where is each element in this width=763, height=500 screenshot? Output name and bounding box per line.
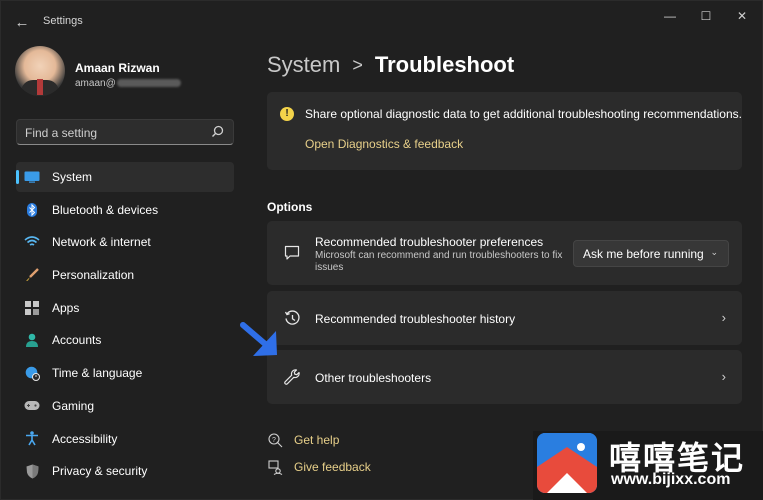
search-box[interactable]	[16, 119, 234, 145]
preferences-title: Recommended troubleshooter preferences	[315, 235, 544, 249]
sidebar-item-bluetooth[interactable]: Bluetooth & devices	[16, 195, 234, 225]
history-title: Recommended troubleshooter history	[315, 312, 516, 326]
sidebar-item-label: Accessibility	[52, 431, 118, 446]
options-section-title: Options	[267, 200, 313, 214]
troubleshooter-history-card[interactable]: Recommended troubleshooter history ›	[267, 291, 742, 345]
app-title: Settings	[43, 15, 83, 27]
svg-text:?: ?	[272, 437, 276, 444]
sidebar-item-gaming[interactable]: Gaming	[16, 391, 234, 421]
dropdown-selected-value: Ask me before running	[583, 247, 704, 261]
paintbrush-icon	[24, 267, 40, 283]
back-arrow-icon: ←	[14, 13, 30, 31]
sidebar-nav: System Bluetooth & devices Network & int…	[16, 162, 234, 489]
diagnostics-info-card: ! Share optional diagnostic data to get …	[267, 92, 742, 170]
info-text: Share optional diagnostic data to get ad…	[305, 107, 742, 121]
shield-icon	[24, 463, 40, 479]
info-icon: !	[280, 107, 294, 121]
sidebar-item-label: Bluetooth & devices	[52, 202, 159, 217]
back-button[interactable]: ←	[9, 9, 35, 35]
sidebar-item-label: System	[52, 170, 93, 184]
sidebar-item-personalization[interactable]: Personalization	[16, 260, 234, 290]
monitor-icon	[24, 169, 40, 185]
chat-bubble-icon	[283, 244, 301, 262]
watermark-url: www.bijixx.com	[611, 471, 731, 488]
sidebar-item-label: Network & internet	[52, 235, 151, 250]
troubleshooter-preferences-card: Recommended troubleshooter preferences M…	[267, 221, 742, 285]
help-chat-icon: ?	[267, 432, 283, 448]
user-email: amaan@	[75, 78, 181, 89]
breadcrumb-parent[interactable]: System	[267, 52, 340, 78]
annotation-arrow-icon	[240, 322, 277, 356]
bluetooth-icon	[24, 202, 40, 218]
apps-icon	[24, 300, 40, 316]
open-diagnostics-link[interactable]: Open Diagnostics & feedback	[305, 137, 463, 151]
sidebar-item-label: Gaming	[52, 398, 95, 413]
person-icon	[24, 332, 40, 348]
give-feedback-link[interactable]: Give feedback	[267, 458, 371, 476]
watermark-logo-icon	[537, 433, 597, 493]
feedback-icon	[267, 459, 283, 475]
sidebar-item-label: Apps	[52, 300, 80, 315]
watermark: 嘻嘻笔记 www.bijixx.com	[533, 431, 763, 500]
give-feedback-label: Give feedback	[294, 460, 371, 474]
title-bar: ← Settings — ☐ ✕	[1, 1, 762, 41]
sidebar-item-privacy-security[interactable]: Privacy & security	[16, 456, 234, 486]
wifi-icon	[24, 234, 40, 250]
sidebar-item-network[interactable]: Network & internet	[16, 227, 234, 257]
search-icon[interactable]	[211, 125, 225, 139]
sidebar-item-label: Accounts	[52, 333, 102, 348]
accessibility-icon	[24, 431, 40, 447]
sidebar-item-system[interactable]: System	[16, 162, 234, 192]
breadcrumb: System > Troubleshoot	[267, 50, 514, 80]
sidebar-item-label: Privacy & security	[52, 464, 148, 479]
sidebar-item-label: Personalization	[52, 268, 135, 283]
wrench-icon	[283, 368, 301, 386]
chevron-right-icon: ›	[721, 369, 726, 384]
search-input[interactable]	[25, 124, 205, 141]
chevron-down-icon: ⌄	[710, 247, 718, 257]
sidebar-item-accessibility[interactable]: Accessibility	[16, 424, 234, 454]
other-troubleshooters-title: Other troubleshooters	[315, 371, 432, 385]
chevron-right-icon: ›	[721, 310, 726, 325]
minimize-button[interactable]: —	[653, 5, 687, 27]
globe-clock-icon	[24, 365, 40, 381]
sidebar-item-accounts[interactable]: Accounts	[16, 325, 234, 355]
gamepad-icon	[24, 398, 40, 414]
page-title: Troubleshoot	[374, 52, 515, 77]
avatar	[15, 46, 65, 96]
sidebar-item-apps[interactable]: Apps	[16, 293, 234, 323]
settings-window: ← Settings — ☐ ✕ Amaan Rizwan amaan@ Sys…	[0, 0, 763, 500]
maximize-button[interactable]: ☐	[689, 5, 723, 27]
preferences-description: Microsoft can recommend and run troubles…	[315, 250, 563, 273]
get-help-label: Get help	[294, 433, 340, 447]
other-troubleshooters-card[interactable]: Other troubleshooters ›	[267, 350, 742, 404]
user-name: Amaan Rizwan	[75, 61, 160, 75]
sidebar-item-time-language[interactable]: Time & language	[16, 358, 234, 388]
get-help-link[interactable]: ? Get help	[267, 431, 339, 449]
breadcrumb-separator: >	[352, 54, 363, 75]
close-button[interactable]: ✕	[725, 5, 759, 27]
preferences-dropdown[interactable]: Ask me before running ⌄	[573, 240, 729, 267]
user-profile[interactable]: Amaan Rizwan amaan@	[15, 46, 245, 102]
sidebar-item-label: Time & language	[52, 366, 143, 381]
email-redaction	[116, 79, 181, 88]
